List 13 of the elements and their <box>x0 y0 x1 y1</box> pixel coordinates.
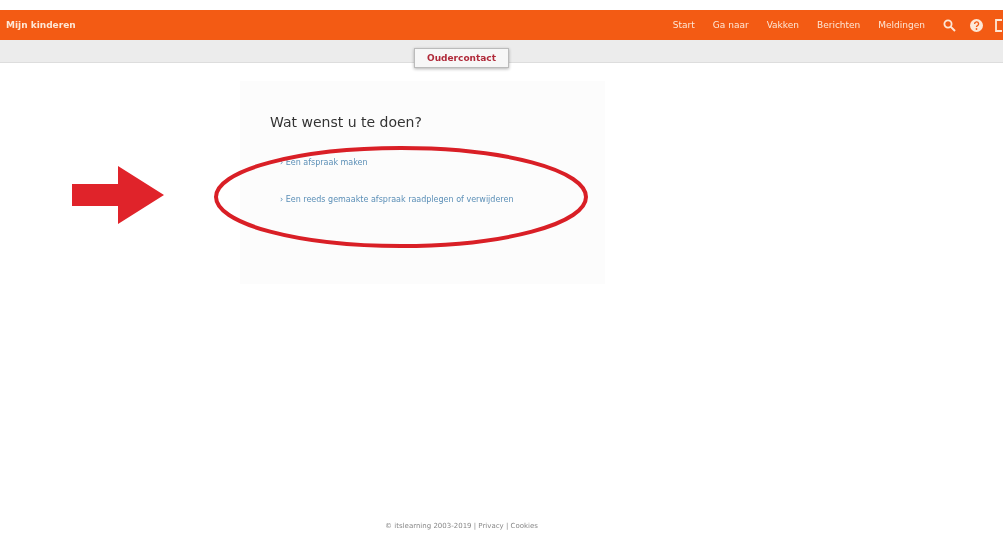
arrow-icon <box>72 166 164 224</box>
search-icon[interactable] <box>943 18 956 32</box>
card-heading: Wat wenst u te doen? <box>270 114 423 130</box>
option-link[interactable]: › Een reeds gemaakte afspraak raadplegen of verwijderen <box>280 195 514 204</box>
help-icon[interactable] <box>970 18 983 32</box>
page-title: Mijn kinderen <box>6 20 77 30</box>
nav-link[interactable]: Berichten <box>816 20 861 30</box>
nav-link[interactable]: Ga naar <box>712 20 749 30</box>
logout-icon[interactable] <box>995 18 1003 32</box>
parent-contact-button[interactable]: Oudercontact <box>414 48 509 68</box>
nav-link[interactable]: Meldingen <box>878 20 925 30</box>
nav-link[interactable]: Vakken <box>766 20 799 30</box>
nav-link[interactable]: Start <box>672 20 695 30</box>
